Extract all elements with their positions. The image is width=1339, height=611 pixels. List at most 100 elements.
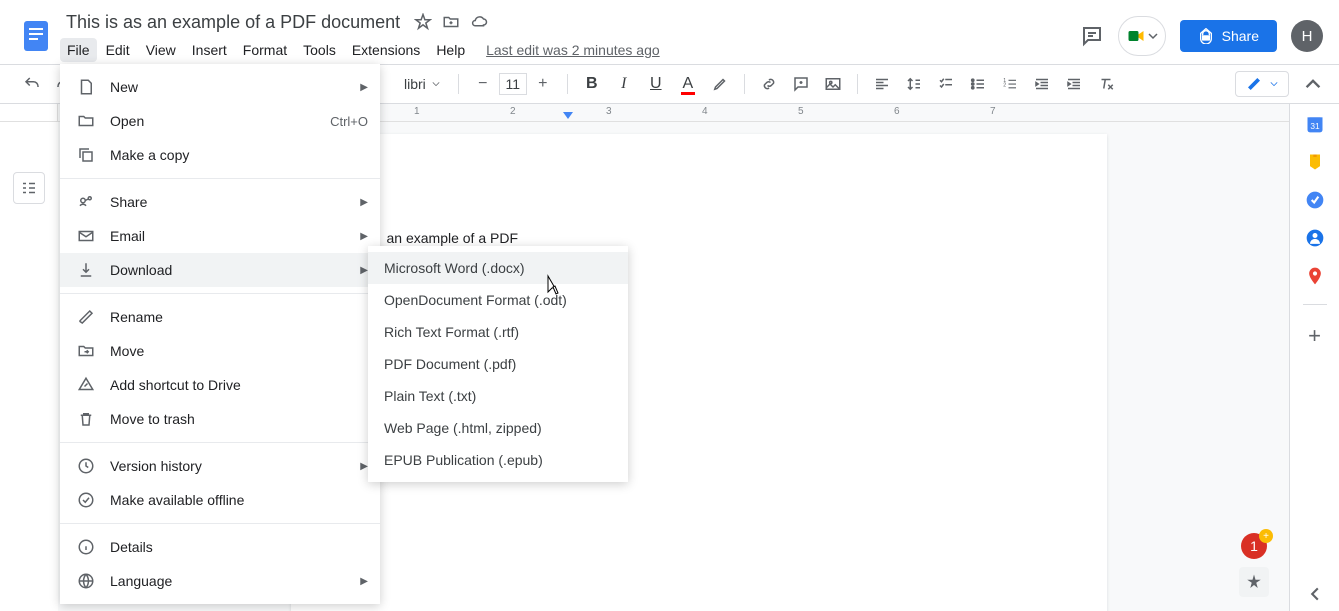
menu-insert[interactable]: Insert — [185, 38, 234, 62]
increase-font-button[interactable]: + — [529, 70, 557, 98]
download-icon — [76, 260, 96, 280]
share-button[interactable]: Share — [1180, 20, 1277, 52]
outline-toggle-button[interactable] — [13, 172, 45, 204]
decrease-font-button[interactable]: − — [469, 70, 497, 98]
separator — [458, 74, 459, 94]
download-pdf[interactable]: PDF Document (.pdf) — [368, 348, 628, 380]
file-menu-details[interactable]: Details — [60, 530, 380, 564]
separator — [60, 293, 380, 294]
bullet-list-button[interactable] — [964, 70, 992, 98]
menu-view[interactable]: View — [139, 38, 183, 62]
menu-extensions[interactable]: Extensions — [345, 38, 427, 62]
separator — [567, 74, 568, 94]
menu-edit[interactable]: Edit — [99, 38, 137, 62]
increase-indent-button[interactable] — [1060, 70, 1088, 98]
file-menu-offline[interactable]: Make available offline — [60, 483, 380, 517]
collapse-toolbar-button[interactable] — [1305, 76, 1321, 92]
chevron-right-icon: ▶ — [360, 576, 368, 587]
chevron-right-icon: ▶ — [360, 197, 368, 208]
info-icon — [76, 537, 96, 557]
tasks-icon[interactable] — [1305, 190, 1325, 210]
menu-help[interactable]: Help — [429, 38, 472, 62]
last-edit-link[interactable]: Last edit was 2 minutes ago — [486, 42, 660, 58]
separator — [60, 178, 380, 179]
image-button[interactable] — [819, 70, 847, 98]
contacts-icon[interactable] — [1305, 228, 1325, 248]
font-size-input[interactable] — [499, 73, 527, 95]
menubar: File Edit View Insert Format Tools Exten… — [60, 36, 1080, 64]
document-title[interactable]: This is as an example of a PDF document — [60, 10, 406, 35]
download-docx[interactable]: Microsoft Word (.docx) — [368, 252, 628, 284]
file-menu-make-copy[interactable]: Make a copy — [60, 138, 380, 172]
file-menu-share[interactable]: Share ▶ — [60, 185, 380, 219]
separator — [744, 74, 745, 94]
align-button[interactable] — [868, 70, 896, 98]
header-right: Share H — [1080, 16, 1323, 56]
share-label: Share — [1222, 28, 1259, 44]
download-submenu: Microsoft Word (.docx) OpenDocument Form… — [368, 246, 628, 482]
expand-panel-button[interactable] — [1308, 587, 1322, 601]
font-size-control: − + — [469, 70, 557, 98]
highlight-button[interactable] — [706, 70, 734, 98]
file-menu-dropdown: New ▶ Open Ctrl+O Make a copy Share ▶ Em… — [60, 64, 380, 604]
separator — [1303, 304, 1327, 305]
numbered-list-button[interactable]: 12 — [996, 70, 1024, 98]
file-menu-trash[interactable]: Move to trash — [60, 402, 380, 436]
explore-button[interactable] — [1239, 567, 1269, 597]
rename-icon — [76, 307, 96, 327]
add-addon-button[interactable]: + — [1308, 323, 1321, 349]
docs-logo[interactable] — [16, 16, 56, 56]
download-rtf[interactable]: Rich Text Format (.rtf) — [368, 316, 628, 348]
undo-button[interactable] — [18, 70, 46, 98]
meet-button[interactable] — [1118, 16, 1166, 56]
calendar-icon[interactable]: 31 — [1305, 114, 1325, 134]
email-icon — [76, 226, 96, 246]
menu-file[interactable]: File — [60, 38, 97, 62]
menu-format[interactable]: Format — [236, 38, 294, 62]
history-icon — [76, 456, 96, 476]
file-menu-email[interactable]: Email ▶ — [60, 219, 380, 253]
text-color-button[interactable]: A — [674, 70, 702, 98]
maps-icon[interactable] — [1305, 266, 1325, 286]
file-menu-download[interactable]: Download ▶ — [60, 253, 380, 287]
document-text[interactable]: an example of a PDF — [387, 230, 1011, 246]
cloud-status-icon[interactable] — [470, 13, 488, 31]
left-gutter — [0, 122, 58, 611]
editing-mode-button[interactable] — [1235, 71, 1289, 97]
download-txt[interactable]: Plain Text (.txt) — [368, 380, 628, 412]
checklist-button[interactable] — [932, 70, 960, 98]
link-button[interactable] — [755, 70, 783, 98]
menu-tools[interactable]: Tools — [296, 38, 343, 62]
new-doc-icon — [76, 77, 96, 97]
chevron-right-icon: ▶ — [360, 231, 368, 242]
bold-button[interactable]: B — [578, 70, 606, 98]
decrease-indent-button[interactable] — [1028, 70, 1056, 98]
file-menu-open[interactable]: Open Ctrl+O — [60, 104, 380, 138]
file-menu-version-history[interactable]: Version history ▶ — [60, 449, 380, 483]
clear-format-button[interactable] — [1092, 70, 1120, 98]
globe-icon — [76, 571, 96, 591]
star-icon[interactable] — [414, 13, 432, 31]
italic-button[interactable]: I — [610, 70, 638, 98]
comment-button[interactable] — [787, 70, 815, 98]
line-spacing-button[interactable] — [900, 70, 928, 98]
download-html[interactable]: Web Page (.html, zipped) — [368, 412, 628, 444]
file-menu-rename[interactable]: Rename — [60, 300, 380, 334]
file-menu-add-shortcut[interactable]: Add shortcut to Drive — [60, 368, 380, 402]
move-icon — [76, 341, 96, 361]
notification-badge[interactable]: 1 + — [1241, 533, 1269, 561]
share-icon — [76, 192, 96, 212]
trash-icon — [76, 409, 96, 429]
underline-button[interactable]: U — [642, 70, 670, 98]
move-to-folder-icon[interactable] — [442, 13, 460, 31]
font-name-select[interactable]: libri — [396, 76, 448, 92]
keep-icon[interactable] — [1305, 152, 1325, 172]
side-panel: 31 + — [1289, 104, 1339, 611]
file-menu-language[interactable]: Language ▶ — [60, 564, 380, 598]
download-odt[interactable]: OpenDocument Format (.odt) — [368, 284, 628, 316]
download-epub[interactable]: EPUB Publication (.epub) — [368, 444, 628, 476]
comments-icon[interactable] — [1080, 24, 1104, 48]
avatar[interactable]: H — [1291, 20, 1323, 52]
file-menu-move[interactable]: Move — [60, 334, 380, 368]
file-menu-new[interactable]: New ▶ — [60, 70, 380, 104]
